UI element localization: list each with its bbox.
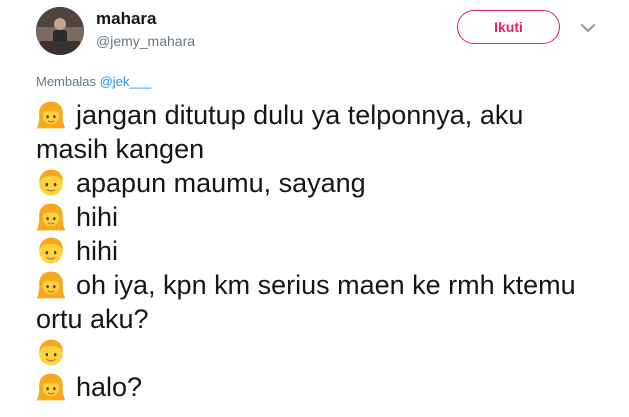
boy-emoji <box>39 339 63 366</box>
reply-context: Membalas @jek___ <box>36 74 151 89</box>
tweet-line-text: hihi <box>76 202 119 232</box>
tweet-line: halo? <box>36 370 616 404</box>
tweet-line-text: jangan ditutup dulu ya telponnya, aku <box>76 100 524 130</box>
girl-emoji <box>36 271 66 299</box>
tweet-line: masih kangen <box>36 132 616 166</box>
tweet-line-text: ortu aku? <box>36 304 149 334</box>
boy-emoji <box>39 169 63 196</box>
tweet-line-text: hihi <box>76 236 119 266</box>
tweet-line: apapun maumu, sayang <box>36 166 616 200</box>
girl-emoji <box>36 101 66 129</box>
user-handle[interactable]: @jemy_mahara <box>96 33 195 49</box>
tweet-line <box>36 336 616 370</box>
girl-emoji <box>36 373 66 401</box>
tweet-line: jangan ditutup dulu ya telponnya, aku <box>36 98 616 132</box>
avatar[interactable] <box>36 7 84 55</box>
tweet-line: oh iya, kpn km serius maen ke rmh ktemu <box>36 268 616 302</box>
user-name[interactable]: mahara <box>96 9 156 29</box>
reply-mention-link[interactable]: @jek___ <box>100 74 152 89</box>
boy-emoji <box>39 237 63 264</box>
tweet-line-text: oh iya, kpn km serius maen ke rmh ktemu <box>76 270 576 300</box>
chevron-down-icon[interactable] <box>580 22 596 34</box>
tweet-line: hihi <box>36 200 616 234</box>
tweet-line-text: apapun maumu, sayang <box>76 168 366 198</box>
tweet-text: jangan ditutup dulu ya telponnya, aku mas… <box>36 98 616 404</box>
tweet-line: ortu aku? <box>36 302 616 336</box>
reply-prefix: Membalas <box>36 74 96 89</box>
tweet-line: hihi <box>36 234 616 268</box>
avatar-photo <box>36 7 84 55</box>
tweet-line-text: halo? <box>76 372 143 402</box>
tweet-line-text: masih kangen <box>36 134 205 164</box>
girl-emoji <box>36 203 66 231</box>
follow-button[interactable]: Ikuti <box>457 10 560 44</box>
